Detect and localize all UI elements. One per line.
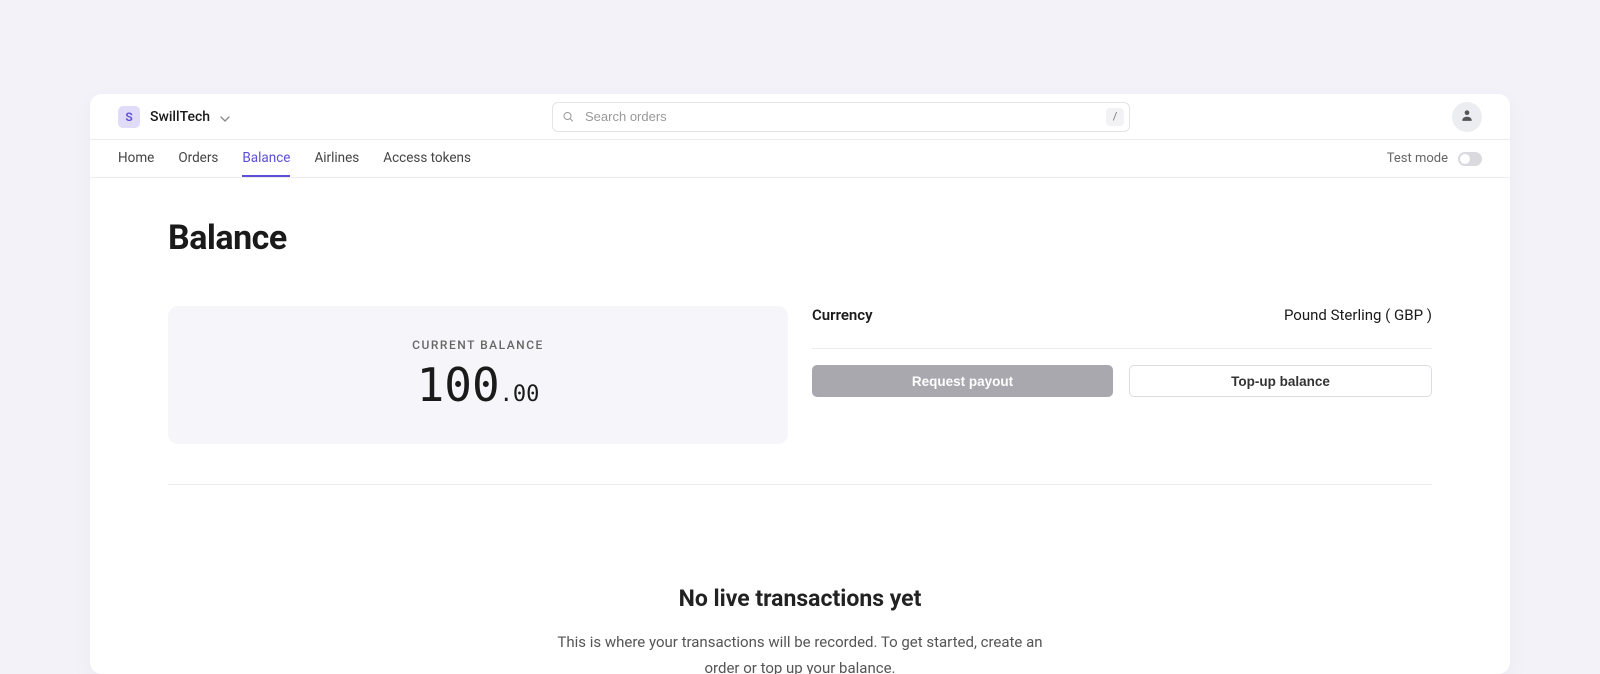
search-shortcut-key: /	[1106, 108, 1124, 126]
chevron-down-icon	[220, 107, 230, 126]
content: Balance CURRENT BALANCE 100 .00 Currency…	[90, 178, 1510, 674]
topbar: S SwillTech /	[90, 94, 1510, 140]
balance-right-panel: Currency Pound Sterling ( GBP ) Request …	[812, 306, 1432, 444]
test-mode-toggle[interactable]	[1458, 152, 1482, 166]
search-icon	[562, 107, 574, 126]
balance-card: CURRENT BALANCE 100 .00	[168, 306, 788, 444]
balance-whole: 100	[417, 358, 500, 412]
currency-value: Pound Sterling ( GBP )	[1284, 306, 1432, 324]
nav-tab-orders[interactable]: Orders	[178, 140, 218, 177]
test-mode-label: Test mode	[1387, 151, 1448, 166]
balance-decimal: .00	[500, 382, 540, 407]
org-badge: S	[118, 106, 140, 128]
nav-tab-balance[interactable]: Balance	[242, 140, 290, 177]
nav-tabs: Home Orders Balance Airlines Access toke…	[118, 140, 471, 177]
balance-label: CURRENT BALANCE	[412, 338, 544, 352]
action-row: Request payout Top-up balance	[812, 365, 1432, 397]
nav-tab-airlines[interactable]: Airlines	[314, 140, 359, 177]
nav-tab-home[interactable]: Home	[118, 140, 154, 177]
org-name: SwillTech	[150, 109, 210, 125]
topup-balance-button[interactable]: Top-up balance	[1129, 365, 1432, 397]
empty-state: No live transactions yet This is where y…	[168, 485, 1432, 674]
navbar: Home Orders Balance Airlines Access toke…	[90, 140, 1510, 178]
currency-label: Currency	[812, 306, 873, 324]
toggle-knob	[1460, 154, 1470, 164]
user-icon	[1460, 107, 1474, 126]
test-mode-control: Test mode	[1387, 151, 1482, 166]
request-payout-button[interactable]: Request payout	[812, 365, 1113, 397]
balance-row: CURRENT BALANCE 100 .00 Currency Pound S…	[168, 306, 1432, 485]
org-selector[interactable]: S SwillTech	[118, 106, 230, 128]
empty-state-description: This is where your transactions will be …	[550, 630, 1050, 674]
balance-amount: 100 .00	[417, 358, 540, 412]
empty-state-title: No live transactions yet	[168, 585, 1432, 612]
search-input[interactable]	[552, 102, 1130, 132]
app-window: S SwillTech / Home Orders Balance Airlin…	[90, 94, 1510, 674]
search-wrapper: /	[552, 102, 1130, 132]
user-avatar[interactable]	[1452, 102, 1482, 132]
nav-tab-access-tokens[interactable]: Access tokens	[383, 140, 471, 177]
page-title: Balance	[168, 218, 1432, 258]
currency-row: Currency Pound Sterling ( GBP )	[812, 306, 1432, 349]
